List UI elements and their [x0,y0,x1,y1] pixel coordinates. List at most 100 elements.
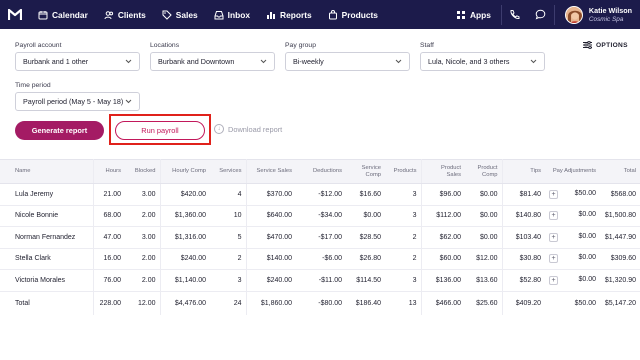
table-cell: $309.60 [600,248,640,270]
table-cell: $30.80 [502,248,545,270]
sliders-icon [583,41,592,49]
table-cell: $4,476.00 [160,290,210,315]
column-header[interactable]: Services [210,159,247,184]
column-header[interactable]: Product Comp [465,159,503,184]
nav-calendar[interactable]: Calendar [30,0,96,29]
nav-reports[interactable]: Reports [258,0,320,29]
column-header[interactable]: Product Sales [421,159,465,184]
pay-adjustment-cell: + $0.00 [545,226,600,249]
table-cell: 2 [210,248,247,270]
column-header[interactable]: Total [600,159,640,184]
app-logo[interactable] [0,0,30,29]
staff-select[interactable]: Lula, Nicole, and 3 others [420,52,545,71]
column-header[interactable]: Products [385,159,422,184]
table-cell: -$80.00 [296,290,346,315]
chat-button[interactable] [528,0,554,29]
filter-payroll-account: Payroll account Burbank and 1 other [15,42,140,71]
table-cell: 228.00 [93,290,125,315]
nav-right: Apps Katie Wilson Cosmic Spa [446,0,640,29]
phone-button[interactable] [502,0,528,29]
top-nav: Calendar Clients Sales Inbox Reports Pro… [0,0,640,29]
select-value: Burbank and Downtown [158,57,235,66]
inbox-icon [214,10,224,19]
table-cell: $240.00 [246,269,296,292]
table-cell: 2 [385,248,422,270]
user-menu[interactable]: Katie Wilson Cosmic Spa [555,0,640,29]
chevron-down-icon [260,59,267,64]
name-cell: Stella Clark [0,248,94,270]
table-cell: -$12.00 [296,183,346,206]
table-cell: $1,316.00 [160,226,210,249]
options-button[interactable]: OPTIONS [583,41,628,49]
table-cell: $13.60 [465,269,503,292]
apps-label: Apps [469,9,491,20]
table-cell: $140.00 [246,248,296,270]
filter-pay-group: Pay group Bi-weekly [285,42,410,71]
table-cell: -$34.00 [296,205,346,227]
table-cell: 5 [210,226,247,249]
user-info: Katie Wilson Cosmic Spa [589,6,632,24]
cell-value: $0.00 [578,211,596,219]
column-header[interactable]: Tips [502,159,545,184]
add-adjustment-icon[interactable]: + [549,189,558,199]
generate-report-button[interactable]: Generate report [15,121,104,140]
table-cell: $420.00 [160,183,210,206]
table-row: Lula Jeremy 21.00 3.00 $420.00 4 $370.00 -$12.… [0,183,640,206]
bag-icon [328,9,337,19]
filter-locations: Locations Burbank and Downtown [150,42,275,71]
table-cell: $50.00 [545,290,600,315]
column-header[interactable]: Pay Adjustments [545,159,600,184]
nav-products[interactable]: Products [320,0,386,29]
table-cell: $136.00 [421,269,465,292]
table-cell: $1,140.00 [160,269,210,292]
time-period-select[interactable]: Payroll period (May 5 - May 18) [15,92,140,111]
add-adjustment-icon[interactable]: + [549,254,558,264]
column-header[interactable]: Hourly Comp [160,159,210,184]
pay-adjustment-cell: + $50.00 [545,183,600,206]
column-header[interactable]: Service Comp [346,159,385,184]
table-cell: $28.50 [346,226,385,249]
column-header[interactable]: Blocked [125,159,161,184]
column-header[interactable]: Hours [93,159,125,184]
column-header[interactable]: Deductions [296,159,346,184]
run-payroll-button[interactable]: Run payroll [115,121,205,140]
payroll-account-select[interactable]: Burbank and 1 other [15,52,140,71]
pay-adjustment-cell: + $0.00 [545,205,600,227]
name-cell: Norman Fernandez [0,226,94,249]
column-header[interactable]: Service Sales [246,159,296,184]
download-label: Download report [228,124,283,134]
download-report-button[interactable]: ↓ Download report [214,124,282,134]
column-header[interactable]: Name [0,159,94,184]
pay-group-select[interactable]: Bi-weekly [285,52,410,71]
table-cell: $62.00 [421,226,465,249]
table-cell: $112.00 [421,205,465,227]
table-cell: $409.20 [502,290,545,315]
table-cell: $0.00 [465,183,503,206]
table-cell: $25.60 [465,290,503,315]
table-cell: 76.00 [93,269,125,292]
table-cell: $0.00 [346,205,385,227]
table-cell: 12.00 [125,290,161,315]
table-cell: $12.00 [465,248,503,270]
add-adjustment-icon[interactable]: + [549,275,558,285]
tag-icon [162,10,172,20]
table-cell: $140.80 [502,205,545,227]
add-adjustment-icon[interactable]: + [549,232,558,242]
options-label: OPTIONS [596,41,628,49]
locations-select[interactable]: Burbank and Downtown [150,52,275,71]
nav-clients[interactable]: Clients [96,0,154,29]
table-cell: $186.40 [346,290,385,315]
table-cell: $5,147.20 [600,290,640,315]
table-cell: 21.00 [93,183,125,206]
apps-button[interactable]: Apps [446,0,501,29]
pay-adjustment-cell: + $0.00 [545,248,600,270]
table-cell: $568.00 [600,183,640,206]
add-adjustment-icon[interactable]: + [549,211,558,221]
nav-sales[interactable]: Sales [154,0,206,29]
filter-label: Staff [420,42,434,49]
nav-inbox[interactable]: Inbox [206,0,258,29]
table-cell: 2 [385,226,422,249]
table-row: Norman Fernandez 47.00 3.00 $1,316.00 5 $470.… [0,226,640,249]
chevron-down-icon [125,99,132,104]
table-cell: $370.00 [246,183,296,206]
